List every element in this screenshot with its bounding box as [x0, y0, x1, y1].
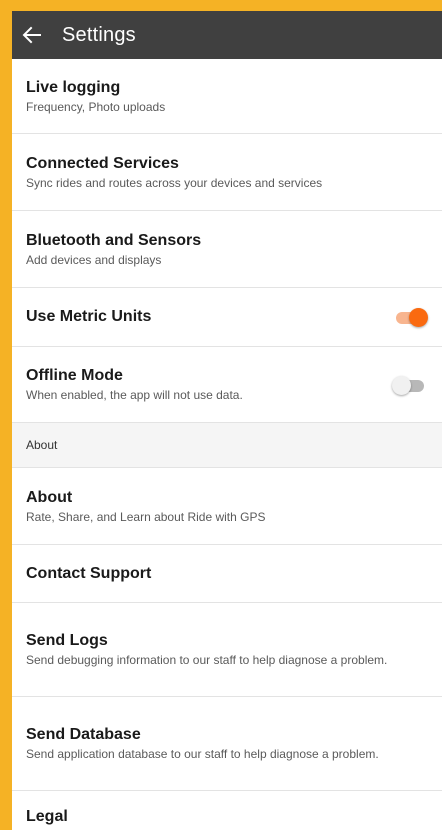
toggle-thumb — [392, 375, 411, 395]
setting-title: Legal — [26, 808, 68, 825]
setting-subtitle: Add devices and displays — [26, 252, 162, 267]
setting-title: Bluetooth and Sensors — [26, 231, 202, 249]
setting-subtitle: Rate, Share, and Learn about Ride with G… — [26, 509, 266, 524]
setting-send-logs[interactable]: Send Logs Send debugging information to … — [12, 603, 442, 697]
setting-title: Connected Services — [26, 154, 179, 172]
setting-title: Use Metric Units — [26, 308, 152, 325]
setting-title: Send Logs — [26, 632, 108, 649]
arrow-left-icon — [22, 26, 41, 44]
offline-mode-toggle[interactable] — [392, 375, 428, 395]
setting-connected-services[interactable]: Connected Services Sync rides and routes… — [12, 134, 442, 211]
setting-title: Offline Mode — [26, 367, 123, 384]
setting-title: Contact Support — [26, 564, 152, 582]
section-header-about: About — [12, 423, 442, 468]
setting-metric-units[interactable]: Use Metric Units — [12, 288, 442, 347]
setting-live-logging[interactable]: Live logging Frequency, Photo uploads — [12, 59, 442, 134]
setting-subtitle: Frequency, Photo uploads — [26, 99, 166, 114]
app-bar: Settings — [12, 11, 442, 59]
settings-screen: Settings Live logging Frequency, Photo u… — [12, 11, 442, 830]
setting-subtitle: Send debugging information to our staff … — [26, 653, 388, 667]
setting-about[interactable]: About Rate, Share, and Learn about Ride … — [12, 468, 442, 545]
setting-subtitle: When enabled, the app will not use data. — [26, 388, 243, 402]
page-title: Settings — [62, 23, 136, 46]
setting-contact-support[interactable]: Contact Support — [12, 545, 442, 603]
metric-units-toggle[interactable] — [394, 307, 428, 327]
setting-title: Live logging — [26, 78, 121, 96]
setting-subtitle: Sync rides and routes across your device… — [26, 175, 323, 190]
setting-title: Send Database — [26, 726, 141, 743]
back-button[interactable] — [12, 11, 56, 59]
toggle-thumb — [409, 308, 428, 327]
setting-offline-mode[interactable]: Offline Mode When enabled, the app will … — [12, 347, 442, 423]
setting-legal[interactable]: Legal — [12, 791, 442, 830]
setting-send-database[interactable]: Send Database Send application database … — [12, 697, 442, 791]
setting-bluetooth-and-sensors[interactable]: Bluetooth and Sensors Add devices and di… — [12, 211, 442, 288]
setting-title: About — [26, 488, 73, 506]
setting-subtitle: Send application database to our staff t… — [26, 747, 379, 761]
